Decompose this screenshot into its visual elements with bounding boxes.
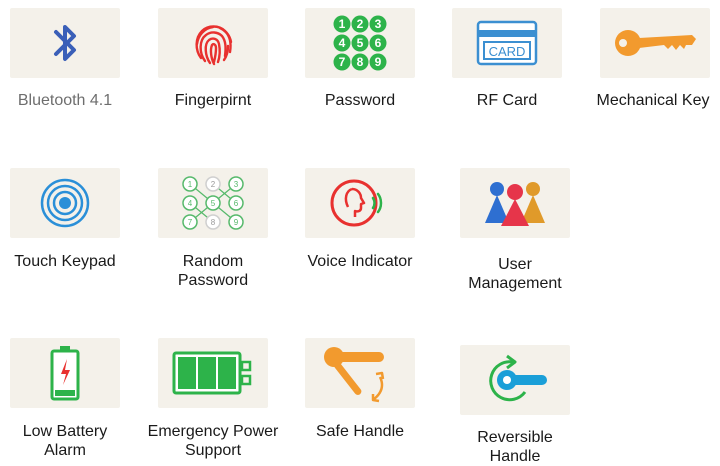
feature-label: Voice Indicator	[307, 253, 413, 270]
feature-label: Random Password	[177, 253, 249, 289]
svg-text:6: 6	[234, 199, 239, 208]
safe-handle-icon	[305, 338, 415, 408]
users-icon	[460, 168, 570, 238]
svg-text:CARD: CARD	[489, 44, 526, 59]
number-pad-icon: 1 2 3 4 5 6 7 8 9	[305, 8, 415, 78]
reversible-handle-icon	[460, 345, 570, 415]
svg-text:7: 7	[188, 218, 193, 227]
svg-text:3: 3	[375, 17, 382, 31]
feature-label: Password	[324, 92, 396, 109]
battery-full-icon	[158, 338, 268, 408]
svg-text:7: 7	[339, 55, 346, 69]
feature-label: Emergency Power Support	[147, 423, 279, 459]
rf-card-icon: CARD	[452, 8, 562, 78]
svg-text:4: 4	[188, 199, 193, 208]
svg-text:1: 1	[188, 180, 193, 189]
feature-label: User Management	[468, 256, 562, 292]
svg-text:4: 4	[339, 36, 346, 50]
voice-icon	[305, 168, 415, 238]
feature-label: Low Battery Alarm	[22, 423, 108, 459]
feature-label: Safe Handle	[315, 423, 405, 440]
fingerprint-icon	[158, 8, 268, 78]
feature-label: RF Card	[476, 92, 538, 109]
svg-text:1: 1	[339, 17, 346, 31]
low-battery-icon	[10, 338, 120, 408]
svg-text:6: 6	[375, 36, 382, 50]
feature-label: Bluetooth 4.1	[17, 92, 113, 109]
svg-text:9: 9	[234, 218, 239, 227]
key-icon	[600, 8, 710, 78]
feature-label: Touch Keypad	[14, 253, 116, 270]
bluetooth-icon	[10, 8, 120, 78]
svg-text:2: 2	[357, 17, 364, 31]
feature-label: Reversible Handle	[477, 429, 553, 465]
random-keypad-icon: 1 2 3 4 5 6 7 8 9	[158, 168, 268, 238]
touch-rings-icon	[10, 168, 120, 238]
svg-text:5: 5	[211, 199, 216, 208]
svg-text:5: 5	[357, 36, 364, 50]
svg-text:2: 2	[211, 180, 216, 189]
svg-text:9: 9	[375, 55, 382, 69]
feature-label: Fingerpirnt	[174, 92, 252, 109]
svg-text:8: 8	[211, 218, 216, 227]
svg-text:3: 3	[234, 180, 239, 189]
feature-label: Mechanical Key	[596, 92, 710, 109]
svg-text:8: 8	[357, 55, 364, 69]
